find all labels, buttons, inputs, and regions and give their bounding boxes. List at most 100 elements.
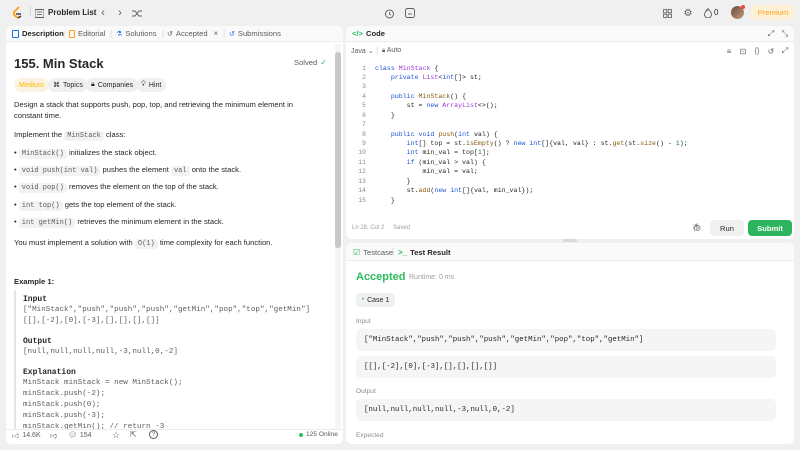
expected-label: Expected [356, 432, 384, 439]
comments-button[interactable]: 💬︎ 154 [68, 431, 92, 440]
tab-testcase[interactable]: ☑ Testcase [353, 248, 393, 257]
bullet-text: pushes the element [102, 165, 169, 174]
solved-status: Solved ✓ [294, 58, 327, 67]
bullet-dot: • [14, 148, 17, 157]
topics-button[interactable]: ⌘ Topics [48, 78, 88, 92]
horizontal-resize-handle[interactable] [563, 239, 577, 242]
companies-button[interactable]: 🔒︎ Companies [86, 78, 139, 92]
settings-gear-icon[interactable]: ⚙ [682, 7, 694, 19]
chevron-left-icon[interactable]: ‹ [98, 7, 108, 19]
expand-icon[interactable]: ⤢ [780, 46, 790, 56]
chevron-down-icon: ⌄ [367, 48, 374, 55]
bullet-dot: • [14, 165, 17, 174]
dislike-button[interactable]: 👎︎ [50, 431, 57, 440]
online-count: 125 Online [306, 431, 338, 438]
tab-description[interactable]: Description [12, 29, 64, 38]
layout-grid-icon[interactable] [661, 7, 673, 19]
bullet-code: void pop() [18, 183, 67, 193]
code-line: } [375, 112, 395, 119]
bullet-text: retrieves the minimum element in the sta… [77, 217, 224, 226]
bookmark-icon[interactable]: ⊡ [738, 46, 748, 56]
braces-icon[interactable]: {} [752, 46, 762, 56]
tag-icon: ⌘ [53, 82, 60, 89]
code-line: class MinStack { [375, 65, 439, 72]
code-line: st = new ArrayList<>(); [375, 102, 498, 109]
problem-list-link[interactable]: Problem List [48, 8, 96, 17]
tab-solutions-label: Solutions [125, 29, 157, 38]
runtime: Runtime: 0 ms [409, 274, 455, 281]
close-tab-icon[interactable]: × [214, 29, 219, 38]
premium-button[interactable]: Premium [751, 5, 795, 20]
tab-description-label: Description [22, 29, 64, 38]
example-input-label: Input [23, 295, 48, 304]
alarm-clock-icon[interactable] [381, 5, 397, 21]
language-select[interactable]: Java ⌄ [351, 47, 374, 55]
thumbs-up-icon: 👍︎ [12, 433, 20, 440]
save-status: Saved [393, 225, 411, 231]
bullet-item: • void pop() removes the element on the … [14, 181, 219, 194]
problem-list-icon[interactable] [34, 7, 44, 19]
example-input-line: ["MinStack","push","push","push","getMin… [23, 306, 311, 314]
output-box: [null,null,null,null,-3,null,0,-2] [356, 399, 776, 421]
top-bar: | Problem List ‹ › ⚙ 0 Premium [0, 0, 800, 26]
like-button[interactable]: 👍︎ 14.6K [12, 431, 41, 440]
tab-testcase-label: Testcase [363, 248, 394, 257]
debug-icon[interactable]: 🐞︎ [692, 223, 702, 232]
bullet-dot: • [14, 200, 17, 209]
run-button[interactable]: Run [710, 220, 744, 236]
lightbulb-icon: 💡︎ [141, 81, 146, 88]
line-number: 10 [358, 149, 366, 156]
example-output-label: Output [23, 337, 52, 346]
description-scrollbar-thumb[interactable] [335, 52, 341, 248]
shuffle-icon[interactable] [131, 7, 143, 19]
tab-submissions[interactable]: ↺ Submissions [229, 29, 281, 38]
reset-icon[interactable]: ↺ [766, 46, 776, 56]
chevron-right-icon[interactable]: › [115, 7, 125, 19]
bullet-text-2: onto the stack. [191, 165, 242, 174]
code-editor[interactable] [346, 60, 794, 218]
code-line: } [375, 178, 411, 185]
maximize-icon[interactable]: ⤢ [766, 29, 776, 39]
bullet-dot: • [14, 217, 17, 226]
explanation-line: MinStack minStack = new MinStack(); [23, 379, 183, 387]
comment-count: 154 [79, 431, 92, 439]
tab-accepted[interactable]: ↺ Accepted × [167, 29, 218, 38]
implement-pre: Implement the [14, 130, 63, 139]
thumbs-down-icon: 👎︎ [50, 433, 58, 440]
hint-button[interactable]: 💡︎ Hint [136, 78, 167, 92]
companies-button-label: Companies [97, 81, 134, 89]
autocomplete-toggle[interactable]: 🔒︎ Auto [382, 47, 401, 55]
minimize-icon[interactable]: ⤡ [780, 29, 790, 39]
code-line: int[] top = st.isEmpty() ? new int[]{val… [406, 140, 688, 147]
line-number: 7 [362, 121, 366, 128]
code-tab[interactable]: </> Code [352, 29, 385, 38]
problem-title: 155. Min Stack [14, 56, 104, 71]
tab-solutions[interactable]: ⚗ Solutions [116, 29, 157, 38]
toolbar-divider: | [376, 46, 379, 55]
notification-dot [741, 5, 745, 9]
line-number: 5 [362, 102, 366, 109]
implement-code: MinStack [64, 131, 104, 141]
line-number: 2 [362, 74, 366, 81]
case-tab[interactable]: • Case 1 [356, 293, 396, 307]
leetcode-logo[interactable] [10, 5, 24, 21]
example-title: Example 1: [14, 277, 55, 286]
submit-button[interactable]: Submit [748, 220, 792, 236]
like-count: 14.6K [22, 432, 41, 439]
tab-editorial[interactable]: Editorial [69, 29, 105, 38]
vertical-resize-handle[interactable] [343, 220, 346, 236]
bullet-dot: • [14, 182, 17, 191]
format-icon[interactable]: ≡ [724, 46, 734, 56]
problem-intro: Design a stack that supports push, pop, … [14, 100, 294, 120]
favorite-star-icon[interactable]: ☆ [112, 430, 120, 441]
streak-flame-icon[interactable] [703, 7, 713, 19]
help-icon[interactable]: ? [149, 430, 158, 439]
bullet-item: • int getMin() retrieves the minimum ele… [14, 216, 224, 229]
notes-icon[interactable] [402, 5, 418, 21]
tab-test-result[interactable]: >_ Test Result [398, 248, 451, 257]
line-number: 11 [358, 159, 366, 166]
line-number: 14 [358, 187, 366, 194]
share-icon[interactable]: ⇱ [130, 430, 137, 439]
input-box-2: [[],[-2],[0],[-3],[],[],[],[]] [356, 356, 776, 378]
tab-test-result-label: Test Result [410, 248, 451, 257]
